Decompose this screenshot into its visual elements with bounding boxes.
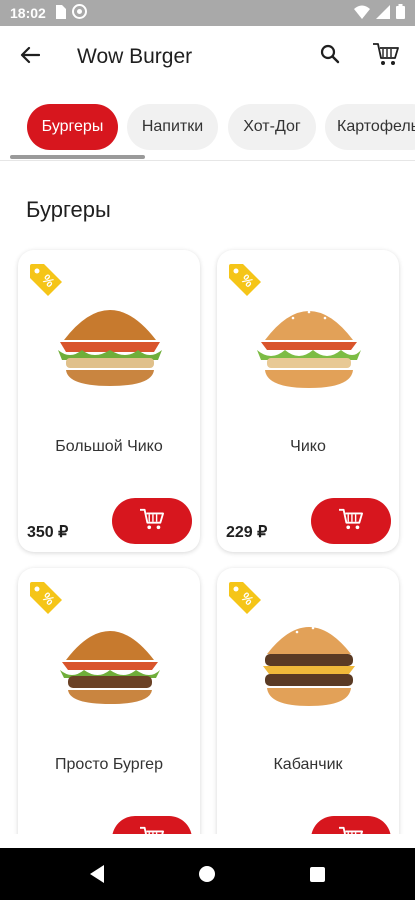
tab-fries[interactable]: Картофель	[325, 104, 415, 150]
shopping-cart-icon	[139, 507, 165, 536]
cart-button[interactable]	[368, 38, 404, 74]
product-card[interactable]: % Просто Бургер	[18, 568, 200, 834]
product-image-burger	[253, 290, 365, 400]
signal-icon	[376, 4, 390, 22]
product-image-burger	[54, 608, 166, 718]
add-to-cart-button[interactable]	[112, 816, 192, 834]
tab-hot-dog[interactable]: Хот-Дог	[228, 104, 316, 150]
nav-back-icon[interactable]	[90, 865, 104, 883]
product-price: 350 ₽	[27, 524, 69, 541]
back-button[interactable]	[14, 41, 46, 73]
product-image-burger	[253, 608, 365, 718]
shopping-cart-icon	[338, 825, 364, 834]
app-bar: Wow Burger	[0, 26, 415, 88]
add-to-cart-button[interactable]	[112, 498, 192, 544]
status-icons	[354, 4, 405, 22]
battery-icon	[396, 4, 405, 22]
product-card[interactable]: % Большой Чико 350 ₽	[18, 250, 200, 552]
product-name: Большой Чико	[55, 438, 163, 455]
status-bar: 18:02	[0, 0, 415, 26]
product-name: Просто Бургер	[55, 756, 163, 773]
at-sign-icon	[71, 4, 87, 22]
category-tabs: Бургеры Напитки Хот-Дог Картофель	[0, 100, 415, 156]
nav-home-icon[interactable]	[199, 866, 215, 882]
add-to-cart-button[interactable]	[311, 498, 391, 544]
product-name: Кабанчик	[273, 756, 343, 773]
tab-drinks[interactable]: Напитки	[127, 104, 218, 150]
section-title: Бургеры	[26, 197, 111, 222]
product-name: Чико	[290, 438, 326, 455]
product-grid: % Большой Чико 350 ₽ % Чико 229 ₽ % Прос…	[0, 244, 415, 834]
search-button[interactable]	[314, 40, 346, 72]
sim-card-icon	[54, 4, 66, 22]
product-card[interactable]: % Чико 229 ₽	[217, 250, 399, 552]
product-image-burger	[54, 290, 166, 400]
search-icon	[320, 44, 340, 69]
wifi-icon	[354, 5, 370, 22]
nav-recents-icon[interactable]	[310, 866, 325, 882]
status-time: 18:02	[10, 5, 46, 21]
tab-indicator	[10, 155, 145, 159]
tabs-divider	[0, 160, 415, 161]
tab-burgers[interactable]: Бургеры	[27, 104, 118, 150]
shopping-cart-icon	[139, 825, 165, 834]
system-nav-bar	[0, 848, 415, 900]
shopping-cart-icon	[372, 41, 400, 72]
arrow-left-icon	[20, 46, 41, 69]
product-card[interactable]: % Кабанчик	[217, 568, 399, 834]
shopping-cart-icon	[338, 507, 364, 536]
page-title: Wow Burger	[77, 45, 193, 68]
add-to-cart-button[interactable]	[311, 816, 391, 834]
product-price: 229 ₽	[226, 524, 268, 541]
